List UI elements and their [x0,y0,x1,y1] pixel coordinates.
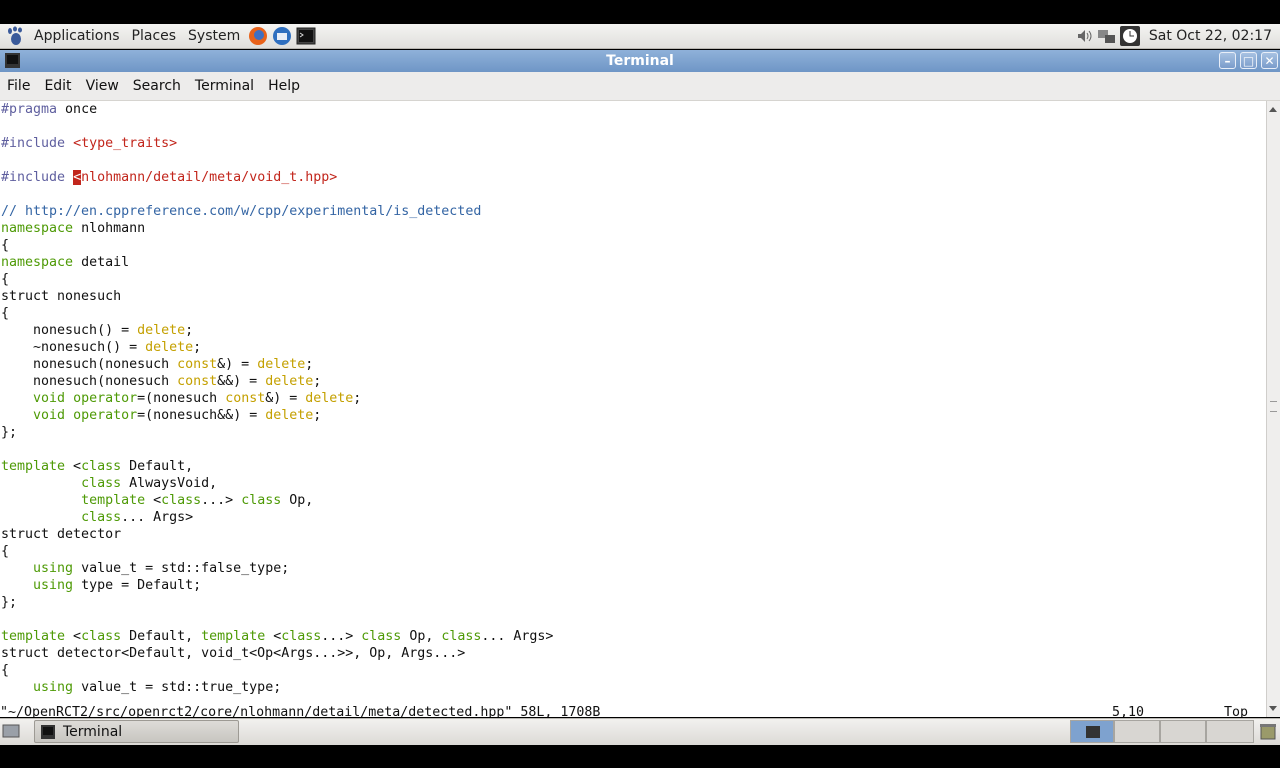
code-line: }; [1,595,18,610]
vim-status-line: "~/OpenRCT2/src/openrct2/core/nlohmann/d… [0,704,1266,717]
code-line: using value_t = std::true_type; [33,680,282,695]
code-line: { [1,272,10,287]
status-scroll: Top [1224,705,1249,717]
taskbar-terminal-button[interactable]: Terminal [34,720,239,743]
terminal-window-icon[interactable] [5,53,20,68]
status-file: "~/OpenRCT2/src/openrct2/core/nlohmann/d… [0,705,601,717]
menu-search[interactable]: Search [126,72,188,100]
taskbar-terminal-label: Terminal [63,724,123,740]
status-position: 5,10 [1112,705,1145,717]
gnome-foot-icon[interactable] [6,26,24,46]
code-line: namespace detail [1,255,130,270]
thunderbird-icon[interactable] [271,25,293,47]
code-line: nonesuch(nonesuch const&&) = delete; [1,374,322,389]
close-button[interactable]: ✕ [1261,52,1278,69]
code-line: struct detector<Default, void_t<Op<Args.… [1,646,466,661]
workspace-1[interactable] [1070,720,1114,743]
maximize-button[interactable]: □ [1240,52,1257,69]
menu-view[interactable]: View [79,72,126,100]
clock[interactable]: Sat Oct 22, 02:17 [1141,28,1280,44]
code-line: template <class Default, [1,459,194,474]
window-titlebar[interactable]: Terminal – □ ✕ [0,50,1280,72]
menu-file[interactable]: File [0,72,37,100]
code-line: nonesuch(nonesuch const&) = delete; [1,357,314,372]
code-line: { [1,238,10,253]
workspace-window-icon [1086,726,1100,738]
code-line: struct detector [1,527,122,542]
trash-icon[interactable] [1258,721,1278,741]
terminal-menubar: File Edit View Search Terminal Help [0,72,1280,101]
terminal-launcher-icon[interactable] [295,25,317,47]
code-line: class... Args> [81,510,194,525]
code-line: nonesuch() = delete; [1,323,194,338]
code-line: using value_t = std::false_type; [33,561,290,576]
menu-edit[interactable]: Edit [37,72,78,100]
scrollbar-grip[interactable] [1270,401,1277,412]
code-line: using type = Default; [33,578,202,593]
menu-terminal[interactable]: Terminal [188,72,261,100]
workspace-2[interactable] [1114,720,1160,743]
code-line: }; [1,425,18,440]
code-line: #pragma once [1,102,98,117]
code-line: namespace nlohmann [1,221,146,236]
system-menu[interactable]: System [182,24,246,48]
places-menu[interactable]: Places [126,24,183,48]
workspace-4[interactable] [1206,720,1254,743]
code-line: class AlwaysVoid, [81,476,218,491]
menu-help[interactable]: Help [261,72,307,100]
volume-icon[interactable] [1075,26,1095,46]
system-tray: Sat Oct 22, 02:17 [1075,24,1280,48]
applications-menu[interactable]: Applications [28,24,126,48]
code-line: template <class...> class Op, [81,493,314,508]
scroll-up-arrow[interactable] [1269,107,1277,112]
workspace-3[interactable] [1160,720,1206,743]
window-title: Terminal [606,53,674,69]
taskbar-terminal-icon [41,725,55,739]
code-line: template <class Default, template <class… [1,629,554,644]
top-panel: Applications Places System Sat Oct 22, 0… [0,24,1280,49]
bottom-panel: Terminal [0,718,1280,745]
show-desktop-icon[interactable] [2,723,20,739]
terminal-scrollbar[interactable] [1266,101,1280,717]
code-line: { [1,306,10,321]
network-icon[interactable] [1095,26,1119,46]
code-line: void operator=(nonesuch&&) = delete; [33,408,322,423]
code-line: // http://en.cppreference.com/w/cpp/expe… [1,204,482,219]
code-line: struct nonesuch [1,289,122,304]
minimize-button[interactable]: – [1219,52,1236,69]
clock-icon [1119,26,1140,46]
code-view: #pragma once #include <type_traits> #inc… [0,101,1266,696]
code-line: ~nonesuch() = delete; [1,340,202,355]
code-line: { [1,663,10,678]
code-line: #include <type_traits> [1,136,178,151]
code-line: #include <nlohmann/detail/meta/void_t.hp… [1,170,338,185]
firefox-icon[interactable] [247,25,269,47]
scroll-down-arrow[interactable] [1269,706,1277,711]
code-line: { [1,544,10,559]
code-line: void operator=(nonesuch const&) = delete… [33,391,362,406]
terminal-area[interactable]: #pragma once #include <type_traits> #inc… [0,101,1266,717]
